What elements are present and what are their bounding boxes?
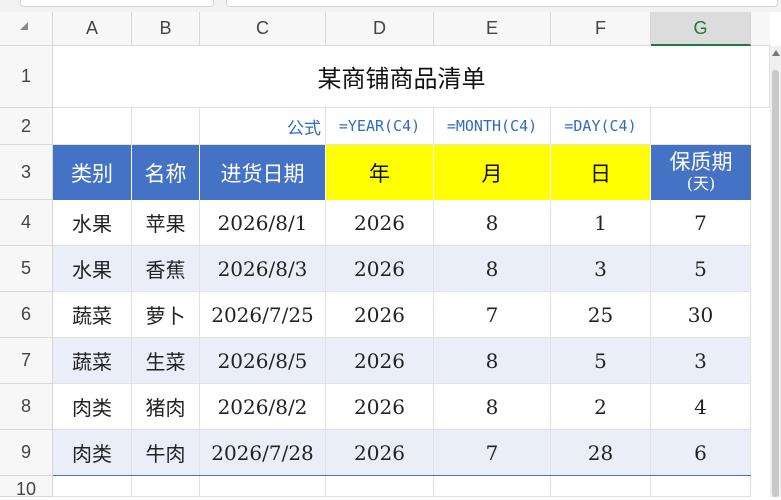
month-formula-cell[interactable]: =MONTH(C4) (434, 108, 551, 145)
data-cell[interactable]: 2026 (326, 338, 434, 384)
data-cell[interactable]: 生菜 (132, 338, 200, 384)
data-cell[interactable]: 1 (551, 200, 651, 246)
row-header-1[interactable]: 1 (0, 46, 53, 108)
column-header-a[interactable]: A (53, 12, 132, 46)
cell-e10[interactable] (434, 476, 551, 497)
column-header-h[interactable] (751, 12, 770, 46)
data-cell[interactable]: 5 (551, 338, 651, 384)
row-header-3[interactable]: 3 (0, 145, 53, 200)
data-cell[interactable]: 2 (551, 384, 651, 430)
data-cell[interactable]: 2026/7/25 (200, 292, 326, 338)
row-header-6[interactable]: 6 (0, 292, 53, 338)
data-cell[interactable]: 4 (651, 384, 751, 430)
header-name[interactable]: 名称 (132, 145, 200, 200)
table-bottom-border (53, 475, 751, 476)
data-cell[interactable]: 蔬菜 (53, 338, 132, 384)
cell-g2[interactable] (651, 108, 751, 145)
cell-d10[interactable] (326, 476, 434, 497)
data-cell[interactable]: 3 (651, 338, 751, 384)
column-header-e[interactable]: E (434, 12, 551, 46)
data-cell[interactable]: 蔬菜 (53, 292, 132, 338)
data-cell[interactable]: 猪肉 (132, 384, 200, 430)
column-header-c[interactable]: C (200, 12, 326, 46)
data-cell[interactable]: 28 (551, 430, 651, 476)
header-year[interactable]: 年 (326, 145, 434, 200)
column-header-d[interactable]: D (326, 12, 434, 46)
column-header-f[interactable]: F (551, 12, 651, 46)
data-cell[interactable]: 2026 (326, 430, 434, 476)
data-cell[interactable]: 2026/7/28 (200, 430, 326, 476)
data-cell[interactable]: 7 (434, 430, 551, 476)
sheet-title-cell[interactable]: 某商铺商品清单 (53, 46, 751, 108)
name-box[interactable] (20, 0, 214, 7)
data-cell[interactable]: 2026/8/2 (200, 384, 326, 430)
data-cell[interactable]: 2026 (326, 384, 434, 430)
data-cell[interactable]: 3 (551, 246, 651, 292)
cell-a2[interactable] (53, 108, 132, 145)
data-cell[interactable]: 牛肉 (132, 430, 200, 476)
header-shelf-life[interactable]: 保质期 (天) (651, 145, 751, 200)
data-cell[interactable]: 25 (551, 292, 651, 338)
data-cell[interactable]: 肉类 (53, 430, 132, 476)
header-month[interactable]: 月 (434, 145, 551, 200)
data-cell[interactable]: 2026/8/1 (200, 200, 326, 246)
cell-a10[interactable] (53, 476, 132, 497)
row-header-8[interactable]: 8 (0, 384, 53, 430)
header-day[interactable]: 日 (551, 145, 651, 200)
header-shelf-life-unit: (天) (686, 173, 716, 193)
cell-h1[interactable] (751, 46, 770, 108)
data-cell[interactable]: 水果 (53, 246, 132, 292)
data-cell[interactable]: 6 (651, 430, 751, 476)
data-cell[interactable]: 5 (651, 246, 751, 292)
scroll-up-icon[interactable] (772, 50, 780, 56)
cell-b2[interactable] (132, 108, 200, 145)
data-cell[interactable]: 苹果 (132, 200, 200, 246)
cell-c10[interactable] (200, 476, 326, 497)
cell-b10[interactable] (132, 476, 200, 497)
data-cell[interactable]: 2026/8/3 (200, 246, 326, 292)
row-header-5[interactable]: 5 (0, 246, 53, 292)
data-cell[interactable]: 2026 (326, 292, 434, 338)
data-cell[interactable]: 7 (651, 200, 751, 246)
row-header-7[interactable]: 7 (0, 338, 53, 384)
data-cell[interactable]: 肉类 (53, 384, 132, 430)
row-header-4[interactable]: 4 (0, 200, 53, 246)
header-category[interactable]: 类别 (53, 145, 132, 200)
data-cell[interactable]: 2026 (326, 200, 434, 246)
data-cell[interactable]: 7 (434, 292, 551, 338)
row-header-10[interactable]: 10 (0, 476, 53, 499)
column-header-g[interactable]: G (651, 12, 751, 46)
data-cell[interactable]: 萝卜 (132, 292, 200, 338)
data-cell[interactable]: 30 (651, 292, 751, 338)
row-header-2[interactable]: 2 (0, 108, 53, 145)
year-formula-cell[interactable]: =YEAR(C4) (326, 108, 434, 145)
cell-g10[interactable] (651, 476, 751, 497)
column-header-b[interactable]: B (132, 12, 200, 46)
select-all-icon (20, 22, 28, 30)
data-cell[interactable]: 2026/8/5 (200, 338, 326, 384)
data-cell[interactable]: 8 (434, 246, 551, 292)
header-shelf-life-label: 保质期 (669, 149, 733, 174)
data-cell[interactable]: 8 (434, 338, 551, 384)
header-purchase-date[interactable]: 进货日期 (200, 145, 326, 200)
scrollbar-thumb[interactable] (772, 70, 779, 497)
data-cell[interactable]: 8 (434, 200, 551, 246)
day-formula-cell[interactable]: =DAY(C4) (551, 108, 651, 145)
data-cell[interactable]: 8 (434, 384, 551, 430)
formula-bar[interactable] (226, 0, 778, 7)
data-cell[interactable]: 2026 (326, 246, 434, 292)
formula-label-cell[interactable]: 公式 (200, 108, 326, 145)
cell-f10[interactable] (551, 476, 651, 497)
data-cell[interactable]: 水果 (53, 200, 132, 246)
row-header-9[interactable]: 9 (0, 430, 53, 476)
data-cell[interactable]: 香蕉 (132, 246, 200, 292)
